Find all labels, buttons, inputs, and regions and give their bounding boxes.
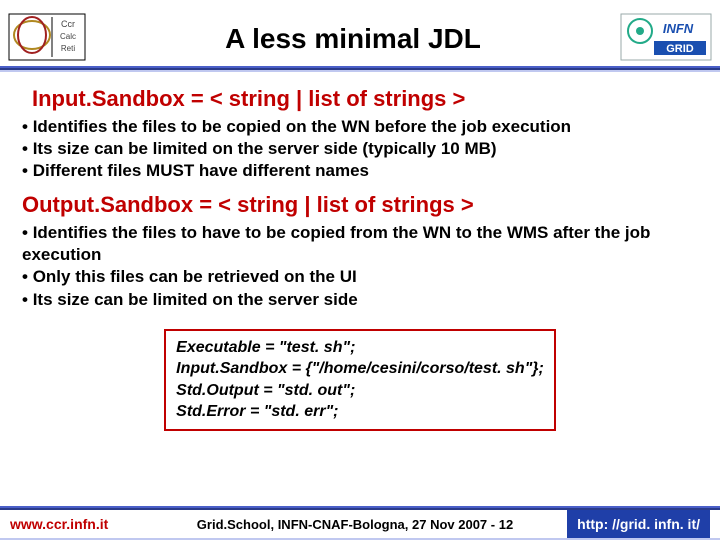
input-sandbox-bullets: Identifies the files to be copied on the… <box>22 116 698 182</box>
footer-right-link: http: //grid. infn. it/ <box>567 510 710 538</box>
bullet-item: Its size can be limited on the server si… <box>22 138 698 160</box>
header-divider <box>0 66 720 68</box>
bullet-item: Its size can be limited on the server si… <box>22 289 698 311</box>
code-example-box: Executable = "test. sh"; Input.Sandbox =… <box>164 329 556 431</box>
bullet-item: Identifies the files to be copied on the… <box>22 116 698 138</box>
slide-footer: www.ccr.infn.it Grid.School, INFN-CNAF-B… <box>0 506 720 540</box>
slide-header: Ccr Calc Reti A less minimal JDL INFN GR… <box>0 0 720 68</box>
slide-body: Input.Sandbox = < string | list of strin… <box>0 68 720 431</box>
footer-right-container: http: //grid. infn. it/ <box>560 510 720 538</box>
svg-text:Reti: Reti <box>61 44 75 53</box>
code-line: Std.Error = "std. err"; <box>176 401 544 423</box>
bullet-item: Only this files can be retrieved on the … <box>22 266 698 288</box>
code-line: Std.Output = "std. out"; <box>176 380 544 402</box>
ccr-logo: Ccr Calc Reti <box>8 12 86 62</box>
svg-text:Ccr: Ccr <box>61 19 75 29</box>
code-line: Executable = "test. sh"; <box>176 337 544 359</box>
slide-title: A less minimal JDL <box>86 19 620 55</box>
code-line: Input.Sandbox = {"/home/cesini/corso/tes… <box>176 358 544 380</box>
footer-left-link: www.ccr.infn.it <box>0 516 150 532</box>
svg-text:Calc: Calc <box>60 32 76 41</box>
infn-grid-logo: INFN GRID <box>620 12 712 62</box>
code-example-container: Executable = "test. sh"; Input.Sandbox =… <box>22 329 698 431</box>
footer-center-text: Grid.School, INFN-CNAF-Bologna, 27 Nov 2… <box>150 517 560 532</box>
svg-text:INFN: INFN <box>663 21 694 36</box>
output-sandbox-heading: Output.Sandbox = < string | list of stri… <box>22 192 698 218</box>
svg-text:GRID: GRID <box>666 43 694 55</box>
bullet-item: Identifies the files to have to be copie… <box>22 222 698 266</box>
output-sandbox-bullets: Identifies the files to have to be copie… <box>22 222 698 310</box>
input-sandbox-heading: Input.Sandbox = < string | list of strin… <box>22 86 698 112</box>
bullet-item: Different files MUST have different name… <box>22 160 698 182</box>
